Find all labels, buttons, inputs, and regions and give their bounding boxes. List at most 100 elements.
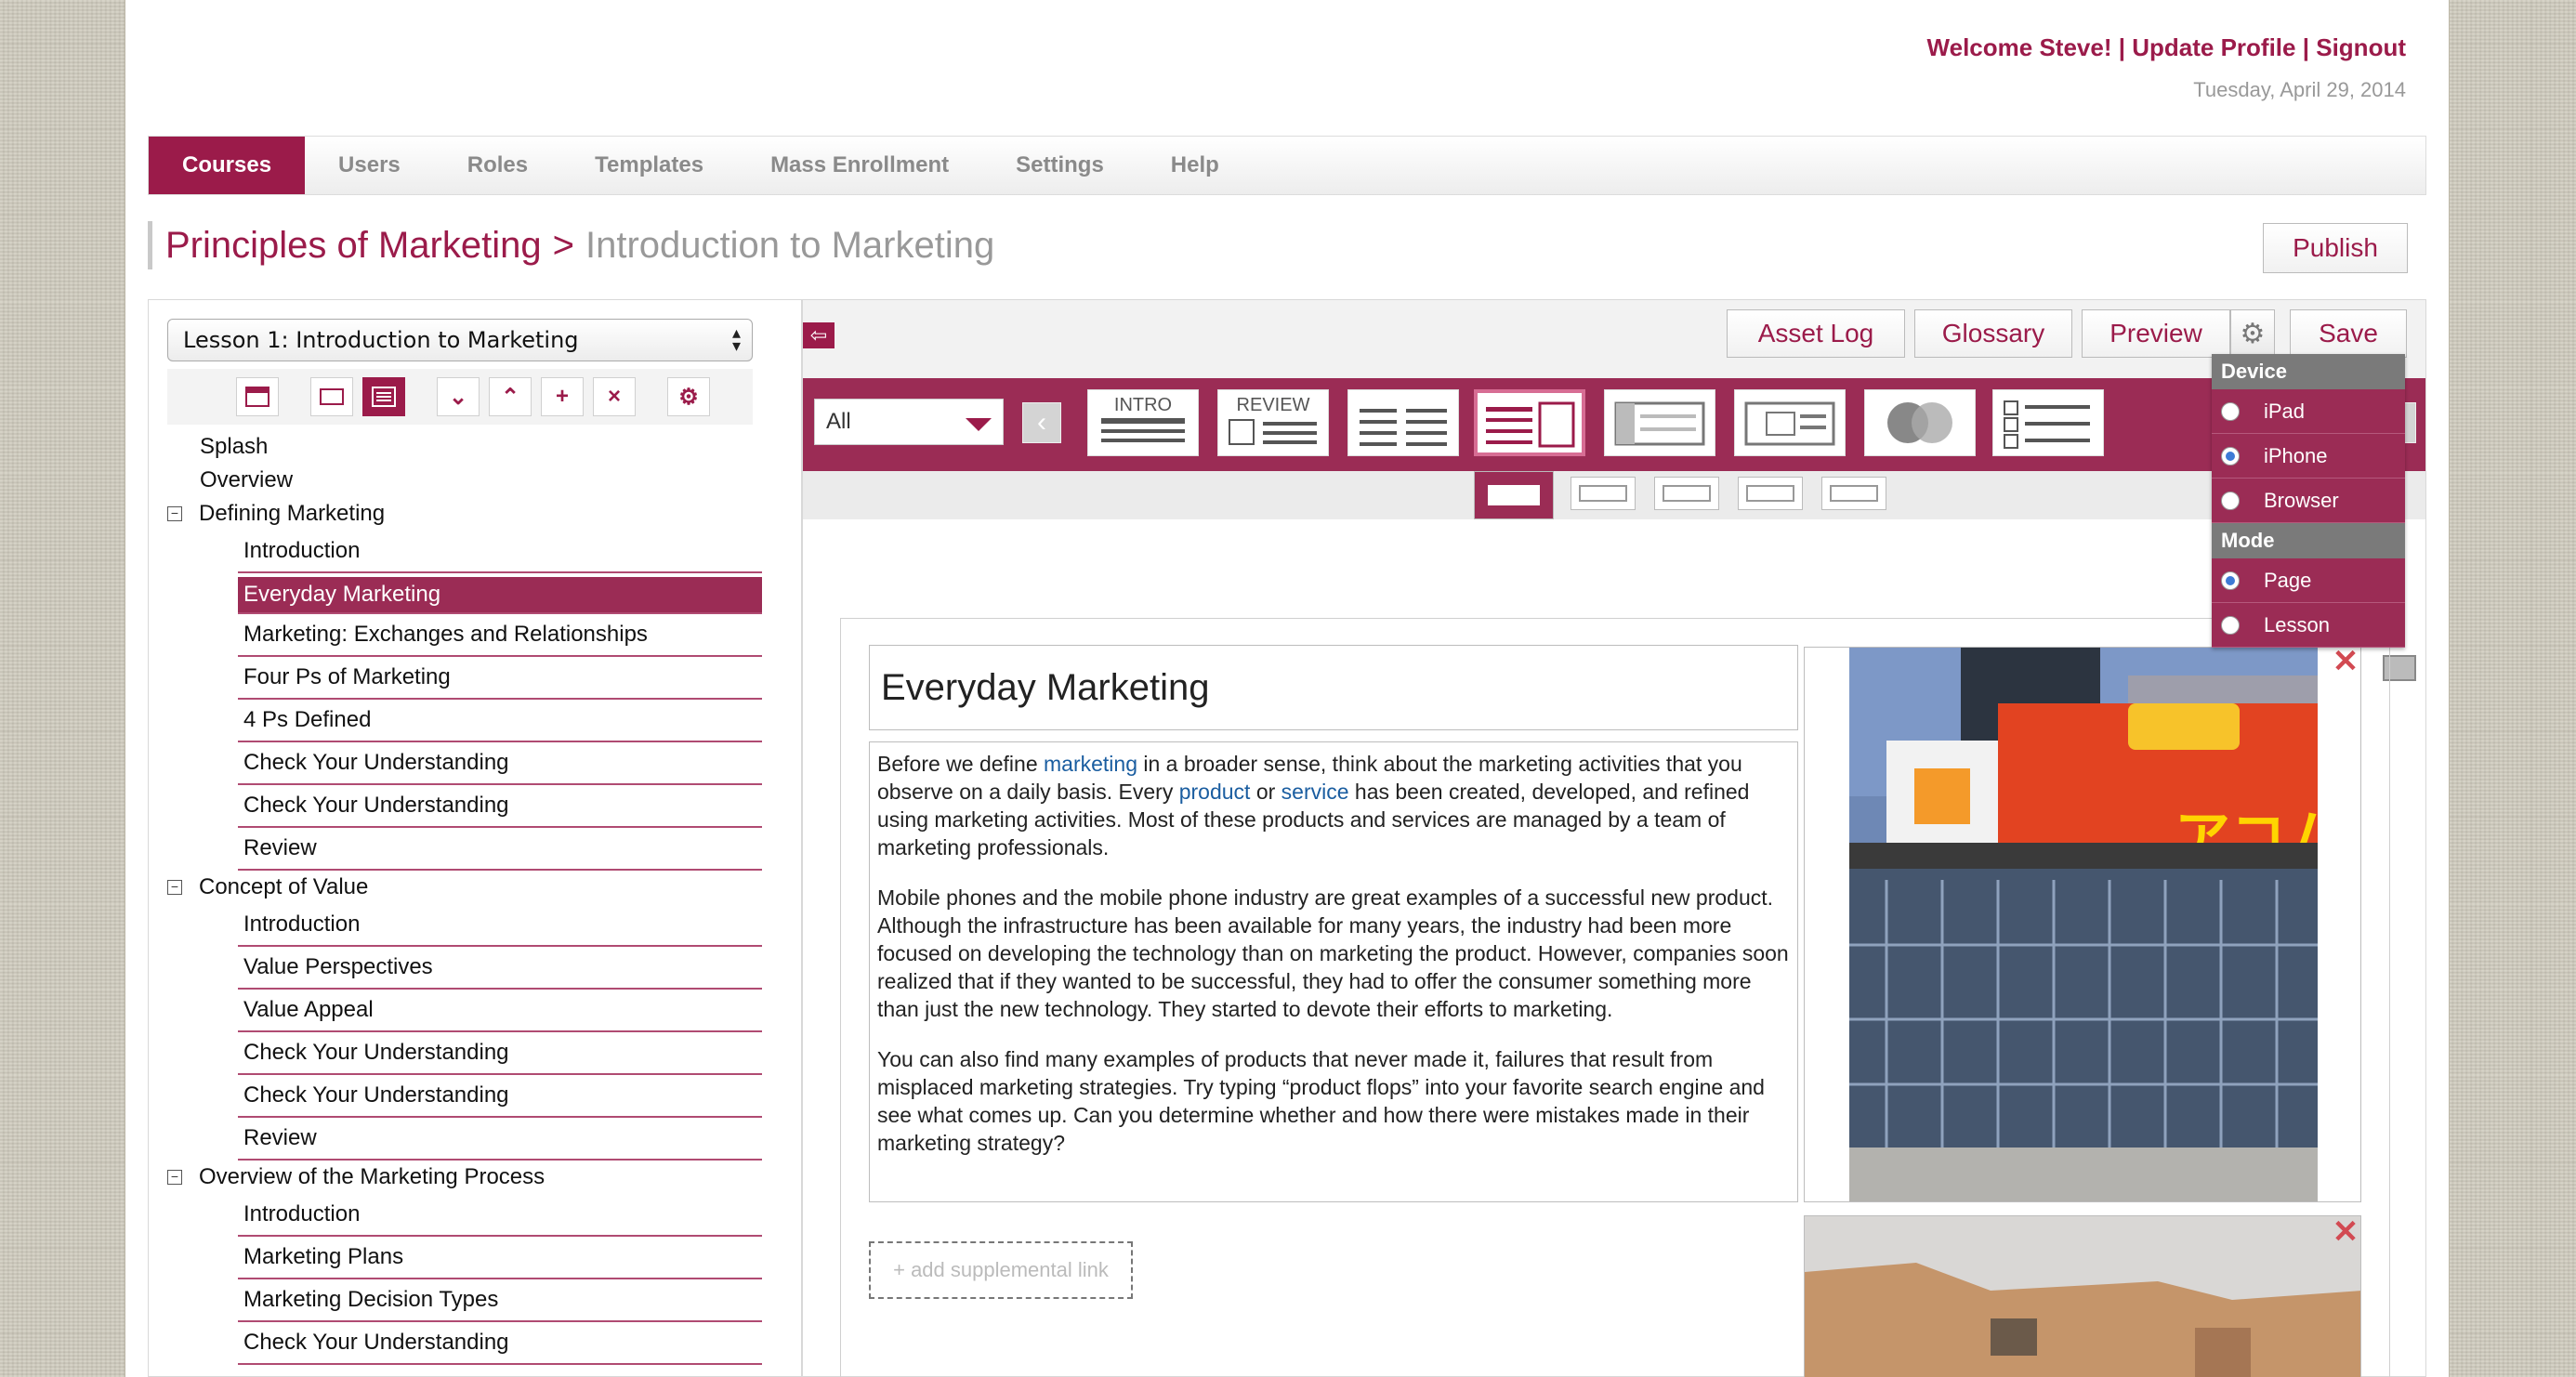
preview-settings-gear-icon[interactable]: ⚙	[2230, 309, 2275, 358]
template-checklist[interactable]	[1992, 389, 2104, 456]
nav-roles[interactable]: Roles	[434, 137, 561, 194]
mode-header: Mode	[2212, 523, 2405, 558]
layout-variant-4[interactable]	[1738, 477, 1803, 510]
device-option-browser[interactable]: Browser	[2212, 479, 2405, 523]
delete-icon[interactable]: ×	[593, 377, 636, 416]
radio-icon[interactable]	[2221, 615, 2240, 635]
tree-item[interactable]: Check Your Understanding	[238, 785, 762, 828]
add-supplemental-link-button[interactable]: + add supplemental link	[869, 1241, 1133, 1299]
template-intro-label: INTRO	[1114, 395, 1172, 415]
collapse-icon[interactable]: −	[167, 880, 182, 895]
tree-item[interactable]: Review	[238, 828, 762, 871]
tree-item[interactable]: 4 Ps Defined	[238, 700, 762, 742]
radio-icon[interactable]	[2221, 491, 2240, 510]
move-up-icon[interactable]: ⌃	[489, 377, 532, 416]
template-filter-select[interactable]: All	[814, 399, 1004, 445]
add-icon[interactable]: +	[541, 377, 584, 416]
signout-link[interactable]: Signout	[2316, 33, 2406, 61]
move-down-icon[interactable]: ⌄	[437, 377, 480, 416]
tree-item[interactable]: Marketing Decision Types	[238, 1279, 762, 1322]
template-review[interactable]: REVIEW	[1217, 389, 1329, 456]
tree-item[interactable]: Introduction	[238, 531, 762, 573]
templates-prev-icon[interactable]: ‹	[1022, 402, 1061, 443]
radio-selected-icon[interactable]	[2221, 446, 2240, 466]
breadcrumb-separator: >	[552, 224, 574, 266]
asset-log-button[interactable]: Asset Log	[1727, 309, 1905, 358]
template-text-columns[interactable]	[1347, 389, 1459, 456]
page-body-text[interactable]: Before we define marketing in a broader …	[869, 741, 1798, 1202]
nav-mass-enrollment[interactable]: Mass Enrollment	[737, 137, 982, 194]
template-text-image-selected[interactable]	[1474, 389, 1585, 456]
template-banner[interactable]	[1604, 389, 1715, 456]
lesson-select[interactable]: Lesson 1: Introduction to Marketing ▴ ▾	[167, 319, 753, 361]
settings-gear-icon[interactable]: ⚙	[667, 377, 710, 416]
publish-button[interactable]: Publish	[2263, 223, 2408, 273]
mode-option-page[interactable]: Page	[2212, 558, 2405, 603]
layout-variant-5[interactable]	[1821, 477, 1886, 510]
tree-item[interactable]: Marketing: Exchanges and Relationships	[238, 614, 762, 657]
glossary-link-service[interactable]: service	[1281, 780, 1349, 804]
template-card[interactable]	[1734, 389, 1846, 456]
tree-item[interactable]: Check Your Understanding	[238, 1322, 762, 1365]
tree-item[interactable]: Check Your Understanding	[238, 1075, 762, 1118]
body-paragraph-2: Mobile phones and the mobile phone indus…	[877, 885, 1789, 1021]
breadcrumb: Principles of Marketing > Introduction t…	[148, 221, 994, 269]
template-venn[interactable]	[1864, 389, 1976, 456]
tree-section-marketing-process[interactable]: − Overview of the Marketing Process	[149, 1161, 801, 1194]
collapse-panel-arrow-icon[interactable]: ⇦	[803, 322, 835, 348]
list-layout-icon[interactable]	[362, 377, 405, 416]
layout-variant-2[interactable]	[1571, 477, 1636, 510]
body-paragraph-3: You can also find many examples of produ…	[877, 1047, 1765, 1155]
editor-toolbar: ⇦ Asset Log Glossary Preview ⚙ Save	[803, 300, 2425, 378]
building-photo: アコム	[1849, 648, 2318, 1201]
radio-icon[interactable]	[2221, 401, 2240, 421]
device-option-iphone[interactable]: iPhone	[2212, 434, 2405, 479]
glossary-link-product[interactable]: product	[1179, 780, 1251, 804]
tree-item[interactable]: Marketing Plans	[238, 1237, 762, 1279]
nav-settings[interactable]: Settings	[982, 137, 1137, 194]
collapse-icon[interactable]: −	[167, 506, 182, 521]
layout-variant-3[interactable]	[1654, 477, 1719, 510]
tree-section-concept-of-value[interactable]: − Concept of Value	[149, 871, 801, 904]
nav-courses[interactable]: Courses	[149, 137, 306, 194]
remove-image-icon[interactable]: ✕	[2332, 646, 2359, 677]
glossary-link-marketing[interactable]: marketing	[1044, 752, 1137, 776]
tree-item[interactable]: Review	[238, 1118, 762, 1161]
tree-item[interactable]: Check Your Understanding	[238, 1032, 762, 1075]
template-intro[interactable]: INTRO	[1087, 389, 1199, 456]
mode-option-lesson[interactable]: Lesson	[2212, 603, 2405, 648]
remove-image-icon[interactable]: ✕	[2332, 1216, 2359, 1248]
page-title-field[interactable]: Everyday Marketing	[869, 645, 1798, 730]
nav-users[interactable]: Users	[305, 137, 434, 194]
tree-section-defining-marketing[interactable]: − Defining Marketing	[149, 497, 801, 531]
page-outline-icon[interactable]	[310, 377, 353, 416]
image-slot-2[interactable]	[1804, 1215, 2361, 1377]
image-slot-1[interactable]: アコム	[1804, 647, 2361, 1202]
tree-item[interactable]: Introduction	[238, 904, 762, 947]
course-title[interactable]: Principles of Marketing	[165, 225, 542, 267]
preview-button[interactable]: Preview	[2082, 309, 2230, 358]
device-option-ipad[interactable]: iPad	[2212, 389, 2405, 434]
nav-help[interactable]: Help	[1137, 137, 1253, 194]
tree-item[interactable]: Introduction	[238, 1194, 762, 1237]
nav-templates[interactable]: Templates	[561, 137, 737, 194]
tree-item[interactable]: Check Your Understanding	[238, 742, 762, 785]
layout-variant-1[interactable]	[1474, 471, 1554, 519]
tree-item-selected[interactable]: Everyday Marketing	[238, 577, 762, 614]
preview-options-dropdown: Device iPad iPhone Browser Mode Page Les…	[2212, 354, 2405, 648]
tree-item-overview[interactable]: Overview	[149, 464, 801, 497]
tree-item[interactable]: Value Appeal	[238, 990, 762, 1032]
current-date: Tuesday, April 29, 2014	[2193, 78, 2406, 101]
glossary-button[interactable]: Glossary	[1914, 309, 2072, 358]
collapse-icon[interactable]: −	[167, 1170, 182, 1185]
update-profile-link[interactable]: Update Profile	[2132, 33, 2295, 61]
dropdown-arrow-icon	[966, 418, 992, 431]
radio-selected-icon[interactable]	[2221, 570, 2240, 590]
tree-item[interactable]: Value Perspectives	[238, 947, 762, 990]
page-layout-icon[interactable]	[236, 377, 279, 416]
save-button[interactable]: Save	[2290, 309, 2407, 358]
welcome-link[interactable]: Welcome Steve!	[1927, 33, 2112, 61]
outline-tree: Splash Overview − Defining Marketing Int…	[149, 430, 801, 1365]
tree-item[interactable]: Four Ps of Marketing	[238, 657, 762, 700]
tree-item-splash[interactable]: Splash	[149, 430, 801, 464]
